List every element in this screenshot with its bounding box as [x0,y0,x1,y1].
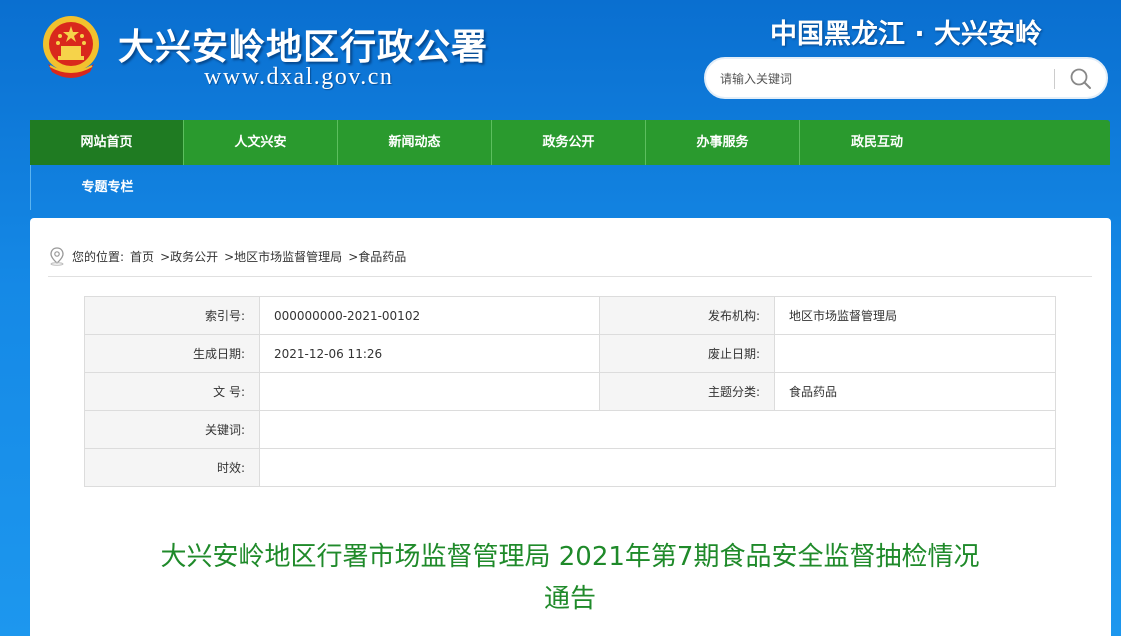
docno-value [259,372,600,411]
table-row: 文 号: 主题分类: 食品药品 [84,372,1056,411]
secondary-nav: 专题专栏 [30,165,1110,210]
table-row: 生成日期: 2021-12-06 11:26 废止日期: [84,334,1056,373]
topic-label: 主题分类: [599,372,775,411]
location-icon [50,247,64,266]
nav-item-home[interactable]: 网站首页 [30,120,184,165]
site-header: 大兴安岭地区行政公署 www.dxal.gov.cn 中国黑龙江 · 大兴安岭 [0,0,1121,120]
breadcrumb: 您的位置: 首页 >政务公开 >地区市场监督管理局 >食品药品 [48,246,412,266]
breadcrumb-home[interactable]: 首页 [130,248,154,265]
docno-label: 文 号: [84,372,260,411]
keywords-value [259,410,1056,449]
region-slogan: 中国黑龙江 · 大兴安岭 [770,19,1043,50]
breadcrumb-gov-affairs[interactable]: >政务公开 [160,248,218,265]
nav-item-news[interactable]: 新闻动态 [338,120,492,165]
search-input[interactable] [720,67,1040,91]
breadcrumb-prefix: 您的位置: [72,249,125,264]
breadcrumb-market-bureau[interactable]: >地区市场监督管理局 [224,248,342,265]
nav-item-culture[interactable]: 人文兴安 [184,120,338,165]
search-box [704,57,1108,99]
content-panel: 您的位置: 首页 >政务公开 >地区市场监督管理局 >食品药品 索引号: 000… [30,218,1111,636]
article-title-line2: 通告 [543,584,596,614]
index-label: 索引号: [84,296,260,335]
breadcrumb-divider [48,276,1092,277]
table-row: 关键词: [84,410,1056,449]
nav-item-gov-affairs[interactable]: 政务公开 [492,120,646,165]
site-title[interactable]: 大兴安岭地区行政公署 [118,18,488,70]
keywords-label: 关键词: [84,410,260,449]
expire-label: 废止日期: [599,334,775,373]
publisher-value: 地区市场监督管理局 [774,296,1056,335]
article-title: 大兴安岭地区行署市场监督管理局 2021年第7期食品安全监督抽检情况 通告 [130,536,1010,620]
search-icon[interactable] [1066,65,1096,93]
document-meta-table: 索引号: 000000000-2021-00102 发布机构: 地区市场监督管理… [84,296,1056,487]
validity-label: 时效: [84,448,260,487]
index-value: 000000000-2021-00102 [259,296,600,335]
topic-value: 食品药品 [774,372,1056,411]
publisher-label: 发布机构: [599,296,775,335]
table-row: 索引号: 000000000-2021-00102 发布机构: 地区市场监督管理… [84,296,1056,335]
date-label: 生成日期: [84,334,260,373]
nav-item-services[interactable]: 办事服务 [646,120,800,165]
main-nav: 网站首页 人文兴安 新闻动态 政务公开 办事服务 政民互动 [30,120,1110,165]
nav-item-interaction[interactable]: 政民互动 [800,120,954,165]
table-row: 时效: [84,448,1056,487]
expire-value [774,334,1056,373]
site-url: www.dxal.gov.cn [204,64,394,90]
article-title-line1: 大兴安岭地区行署市场监督管理局 2021年第7期食品安全监督抽检情况 [160,542,980,572]
nav-item-special-topics[interactable]: 专题专栏 [30,165,184,210]
search-divider [1054,69,1055,89]
validity-value [259,448,1056,487]
breadcrumb-food-drug[interactable]: >食品药品 [348,248,406,265]
national-emblem-icon [43,16,99,78]
date-value: 2021-12-06 11:26 [259,334,600,373]
